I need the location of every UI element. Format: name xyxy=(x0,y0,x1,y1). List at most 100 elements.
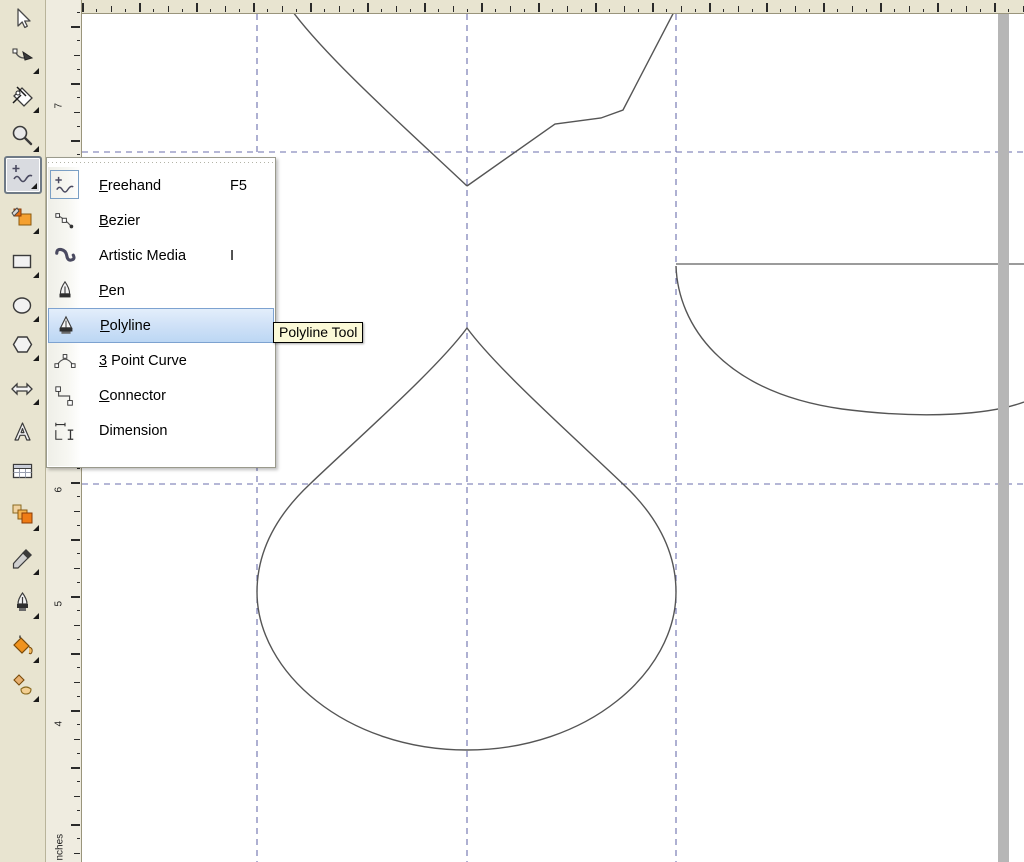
vruler-minor-tick xyxy=(74,625,80,626)
vruler-minor-tick xyxy=(74,55,80,56)
interactive-fill-tool[interactable] xyxy=(4,667,42,705)
menu-item-3-point-curve[interactable]: 3 Point Curve xyxy=(48,343,274,378)
hruler-minor-tick xyxy=(125,9,126,12)
blend-tool[interactable] xyxy=(4,496,42,534)
text-tool[interactable] xyxy=(4,413,42,451)
hruler-major-tick xyxy=(139,3,141,12)
menu-item-shortcut: F5 xyxy=(230,177,247,194)
perfect-shapes-tool[interactable] xyxy=(4,370,42,408)
tooltip-polyline-tool: Polyline Tool xyxy=(273,322,364,343)
menu-item-pen[interactable]: Pen xyxy=(48,273,274,308)
hruler-minor-tick xyxy=(381,9,382,12)
hruler-minor-tick xyxy=(111,6,112,12)
ellipse-tool[interactable] xyxy=(4,287,42,325)
hruler-minor-tick xyxy=(353,9,354,12)
hruler-major-tick xyxy=(709,3,711,12)
hruler-minor-tick xyxy=(267,9,268,12)
table-tool[interactable] xyxy=(4,452,42,490)
menu-item-freehand[interactable]: Freehand F5 xyxy=(48,168,274,203)
hruler-minor-tick xyxy=(339,6,340,12)
vertical-scrollbar[interactable] xyxy=(998,14,1009,862)
menu-item-label: Polyline xyxy=(100,317,151,334)
hruler-minor-tick xyxy=(552,9,553,12)
hruler-minor-tick xyxy=(638,9,639,12)
hruler-major-tick xyxy=(994,3,996,12)
eyedropper-tool[interactable] xyxy=(4,540,42,578)
hruler-minor-tick xyxy=(225,6,226,12)
hruler-minor-tick xyxy=(168,6,169,12)
menu-item-connector[interactable]: Connector xyxy=(48,378,274,413)
flyout-arrow xyxy=(33,107,39,113)
shape-tool[interactable] xyxy=(4,39,42,77)
menu-item-dimension[interactable]: Dimension xyxy=(48,413,274,448)
flyout-arrow xyxy=(33,569,39,575)
freehand-tool[interactable] xyxy=(4,156,42,194)
letter-a-icon xyxy=(14,422,31,441)
vruler-minor-tick xyxy=(77,12,80,13)
curve-tools-flyout[interactable]: Freehand F5 Bezier Artistic Media I Pen … xyxy=(46,157,276,468)
hruler-minor-tick xyxy=(467,9,468,12)
hruler-major-tick xyxy=(253,3,255,12)
hruler-minor-tick xyxy=(581,9,582,12)
vruler-minor-tick xyxy=(77,553,80,554)
hruler-minor-tick xyxy=(951,9,952,12)
hruler-minor-tick xyxy=(980,9,981,12)
vruler-label-4: 4 xyxy=(53,720,65,727)
vruler-minor-tick xyxy=(74,682,80,683)
vruler-major-tick xyxy=(71,767,80,769)
hruler-minor-tick xyxy=(396,6,397,12)
flyout-arrow xyxy=(33,146,39,152)
hruler-minor-tick xyxy=(966,6,967,12)
vruler-minor-tick xyxy=(74,853,80,854)
vruler-minor-tick xyxy=(77,468,80,469)
flyout-arrow xyxy=(33,613,39,619)
hruler-minor-tick xyxy=(809,9,810,12)
flyout-drag-grip[interactable] xyxy=(48,159,274,167)
menu-item-label: Artistic Media xyxy=(99,247,187,264)
rectangle-tool[interactable] xyxy=(4,243,42,281)
pen-nib-icon xyxy=(48,273,81,308)
vruler-minor-tick xyxy=(74,796,80,797)
hruler-minor-tick xyxy=(695,9,696,12)
menu-item-label: Bezier xyxy=(99,212,141,229)
vruler-major-tick xyxy=(71,26,80,28)
pick-tool[interactable] xyxy=(4,0,42,38)
polygon-tool[interactable] xyxy=(4,326,42,364)
hruler-major-tick xyxy=(880,3,882,12)
horizontal-ruler[interactable] xyxy=(82,0,1024,14)
hruler-minor-tick xyxy=(852,6,853,12)
zoom-tool[interactable] xyxy=(4,117,42,155)
vruler-minor-tick xyxy=(77,838,80,839)
application-window: 7 6 5 4 nches Freehand F5 Bezier Artisti… xyxy=(0,0,1024,862)
menu-item-bezier[interactable]: Bezier xyxy=(48,203,274,238)
flyout-arrow xyxy=(33,316,39,322)
vruler-minor-tick xyxy=(77,696,80,697)
hruler-minor-tick xyxy=(738,6,739,12)
hruler-minor-tick xyxy=(795,6,796,12)
table-grid-icon xyxy=(12,463,33,479)
crop-tool[interactable] xyxy=(4,78,42,116)
vruler-minor-tick xyxy=(77,610,80,611)
hruler-minor-tick xyxy=(567,6,568,12)
fill-tool[interactable] xyxy=(4,628,42,666)
outline-tool[interactable] xyxy=(4,584,42,622)
menu-item-label: Dimension xyxy=(99,422,168,439)
hruler-minor-tick xyxy=(837,9,838,12)
hruler-major-tick xyxy=(823,3,825,12)
hruler-minor-tick xyxy=(752,9,753,12)
vruler-major-tick xyxy=(71,710,80,712)
flyout-arrow xyxy=(31,183,37,189)
hruler-minor-tick xyxy=(182,9,183,12)
vruler-minor-tick xyxy=(77,639,80,640)
vruler-major-tick xyxy=(71,824,80,826)
hruler-minor-tick xyxy=(923,9,924,12)
menu-item-polyline[interactable]: Polyline xyxy=(48,308,274,343)
smart-fill-tool[interactable] xyxy=(4,199,42,237)
vruler-minor-tick xyxy=(77,582,80,583)
hruler-major-tick xyxy=(82,3,84,12)
bezier-node-icon xyxy=(48,203,81,238)
hruler-minor-tick xyxy=(153,9,154,12)
menu-item-artistic-media[interactable]: Artistic Media I xyxy=(48,238,274,273)
hruler-major-tick xyxy=(538,3,540,12)
vruler-minor-tick xyxy=(77,97,80,98)
